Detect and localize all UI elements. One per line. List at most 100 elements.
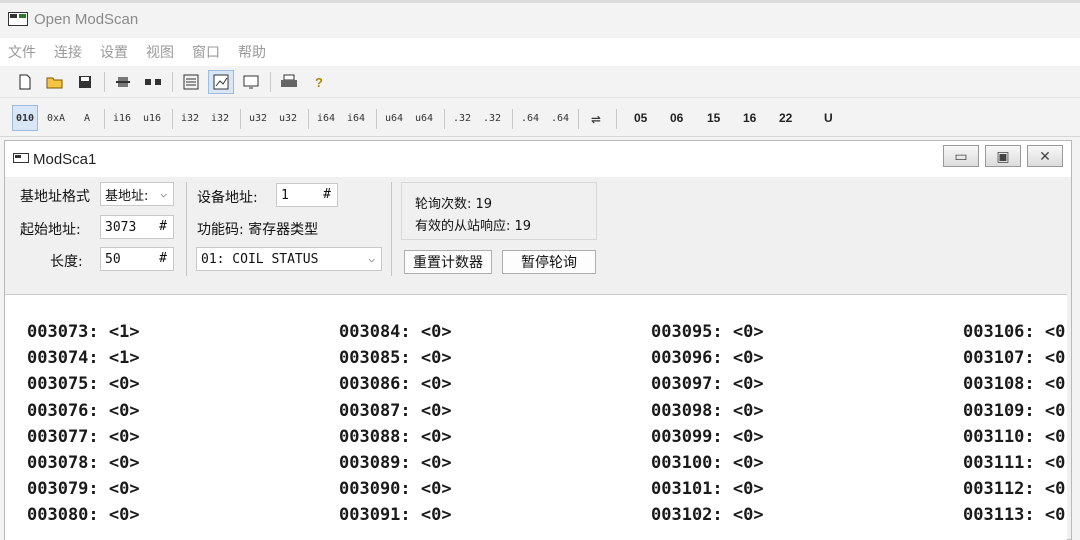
menu-connect[interactable]: 连接 [54,42,82,62]
disconnect-icon[interactable] [140,70,166,94]
fc05-button[interactable]: 05 [634,107,647,129]
swap-icon[interactable]: ⇌ [584,105,608,131]
register-row: 003098: <0> [651,400,764,421]
register-row: 003109: <0 [963,400,1066,421]
toolbar-separator [616,109,617,129]
register-row: 003110: <0 [963,426,1066,447]
register-row: 003084: <0> [339,322,452,342]
register-row: 003089: <0> [339,452,452,473]
fc22-button[interactable]: 22 [779,107,792,129]
reset-counter-button[interactable]: 重置计数器 [404,250,492,274]
format-u64-swapped-button[interactable]: u64 [412,105,436,131]
user-function-button[interactable]: U [824,107,833,129]
format-float32-swapped-button[interactable]: .32 [480,105,504,131]
hash-label: # [159,219,167,234]
register-row: 003085: <0> [339,348,452,369]
format-u32-swapped-button[interactable]: u32 [276,105,300,131]
restore-button[interactable]: ▣ [985,145,1021,167]
register-row: 003099: <0> [651,426,764,447]
format-float64-swapped-button[interactable]: .64 [548,105,572,131]
graph-icon[interactable] [208,70,234,94]
menu-settings[interactable]: 设置 [100,42,128,62]
fc06-button[interactable]: 06 [670,107,683,129]
format-hex-button[interactable]: 0xA [44,105,68,131]
toolbar-separator [104,72,105,92]
child-title-bar: ModSca1 ▭ ▣ ✕ [5,141,1071,177]
register-row: 003086: <0> [339,374,452,395]
device-address-input[interactable]: 1 # [276,183,338,207]
toolbar-separator [172,72,173,92]
window-title: Open ModScan [34,11,139,28]
format-i32-swapped-button[interactable]: i32 [208,105,232,131]
save-icon[interactable] [72,70,98,94]
menu-help[interactable]: 帮助 [238,42,266,62]
register-row: 003095: <0> [651,322,764,342]
register-row: 003087: <0> [339,400,452,421]
base-format-select[interactable]: 基地址: ⌵ [100,182,174,206]
length-input[interactable]: 50 # [100,247,174,271]
register-row: 003107: <0 [963,348,1066,369]
child-window-title: ModSca1 [33,151,97,168]
data-column-3: 003095: <0> 003096: <0> 003097: <0> 0030… [651,319,764,529]
print-icon[interactable] [276,70,302,94]
start-address-label: 起始地址: [20,222,81,238]
register-row: 003080: <0> [27,505,140,526]
data-column-1: 003073: <1> 003074: <1> 003075: <0> 0030… [27,319,140,529]
format-toolbar: 010 0xA A i16 u16 i32 i32 u32 u32 i64 i6… [0,99,1080,137]
monitor-icon[interactable] [238,70,264,94]
device-address-label: 设备地址: [197,190,258,206]
fc15-button[interactable]: 15 [707,107,720,129]
menu-bar: 文件 连接 设置 视图 窗口 帮助 [0,38,1080,66]
format-u32-button[interactable]: u32 [246,105,270,131]
help-icon[interactable]: ? [306,70,332,94]
toolbar-separator [104,109,105,129]
format-float64-button[interactable]: .64 [518,105,542,131]
register-row: 003074: <1> [27,348,140,369]
toolbar-separator [578,109,579,129]
register-row: 003076: <0> [27,400,140,421]
register-row: 003102: <0> [651,505,764,526]
register-row: 003073: <1> [27,322,140,342]
format-i64-swapped-button[interactable]: i64 [344,105,368,131]
minimize-button[interactable]: ▭ [943,145,979,167]
register-row: 003100: <0> [651,452,764,473]
format-i16-button[interactable]: i16 [110,105,134,131]
register-row: 003075: <0> [27,374,140,395]
title-bar: Open ModScan [0,0,1080,38]
toolbar-separator [376,109,377,129]
start-address-input[interactable]: 3073 # [100,215,174,239]
pause-polling-button[interactable]: 暂停轮询 [502,250,596,274]
fc16-button[interactable]: 16 [743,107,756,129]
form-separator [186,182,187,276]
format-i32-button[interactable]: i32 [178,105,202,131]
function-code-select[interactable]: 01: COIL STATUS ⌵ [196,247,382,271]
format-ascii-button[interactable]: A [76,105,98,131]
register-row: 003106: <0 [963,322,1066,342]
hash-label: # [323,187,331,202]
display-options-icon[interactable] [178,70,204,94]
data-column-2: 003084: <0> 003085: <0> 003086: <0> 0030… [339,319,452,529]
format-i64-button[interactable]: i64 [314,105,338,131]
toolbar-separator [444,109,445,129]
menu-view[interactable]: 视图 [146,42,174,62]
menu-file[interactable]: 文件 [8,42,36,62]
format-u64-button[interactable]: u64 [382,105,406,131]
connect-icon[interactable] [110,70,136,94]
chevron-down-icon: ⌵ [160,187,167,200]
format-u16-button[interactable]: u16 [140,105,164,131]
valid-responses: 有效的从站响应: 19 [415,219,532,234]
menu-window[interactable]: 窗口 [192,42,220,62]
register-row: 003112: <0 [963,479,1066,500]
register-row: 003091: <0> [339,505,452,526]
format-binary-button[interactable]: 010 [12,105,38,131]
app-icon [8,12,28,26]
format-float32-button[interactable]: .32 [450,105,474,131]
data-column-4: 003106: <0 003107: <0 003108: <0 003109:… [963,319,1065,529]
chevron-down-icon: ⌵ [368,252,375,265]
new-file-icon[interactable] [12,70,38,94]
close-button[interactable]: ✕ [1027,145,1063,167]
toolbar-separator [270,72,271,92]
register-row: 003088: <0> [339,426,452,447]
open-folder-icon[interactable] [42,70,68,94]
hash-label: # [159,251,167,266]
